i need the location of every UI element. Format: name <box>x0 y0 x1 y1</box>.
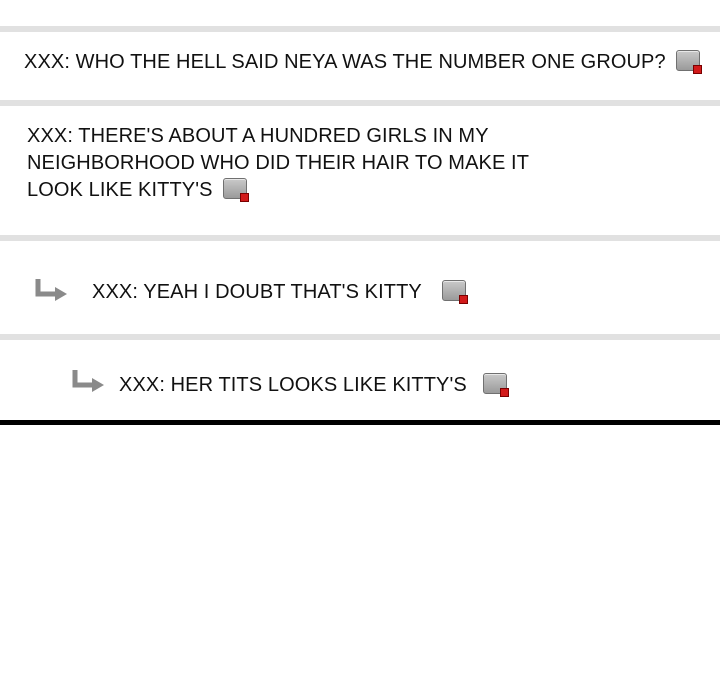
report-icon[interactable] <box>222 178 249 202</box>
comment-text: XXX: WHO THE HELL SAID NEYA WAS THE NUMB… <box>24 51 666 73</box>
report-icon[interactable] <box>675 50 702 74</box>
comment-row: XXX: YEAH I DOUBT THAT'S KITTY <box>92 279 468 306</box>
comment-item: XXX: THERE'S ABOUT A HUNDRED GIRLS IN MY… <box>0 106 720 235</box>
comment-row: XXX: HER TITS LOOKS LIKE KITTY'S <box>119 372 509 399</box>
report-icon[interactable] <box>441 280 468 304</box>
comment-text: XXX: THERE'S ABOUT A HUNDRED GIRLS IN MY… <box>27 125 529 201</box>
reply-arrow-icon <box>35 279 67 301</box>
comment-text: XXX: HER TITS LOOKS LIKE KITTY'S <box>119 374 467 396</box>
report-icon[interactable] <box>482 373 509 397</box>
comment-row: XXX: WHO THE HELL SAID NEYA WAS THE NUMB… <box>24 49 702 76</box>
comments-end-line <box>0 420 720 425</box>
comment-row: XXX: THERE'S ABOUT A HUNDRED GIRLS IN MY… <box>27 123 567 204</box>
comment-item: XXX: WHO THE HELL SAID NEYA WAS THE NUMB… <box>0 32 720 100</box>
reply-item: XXX: HER TITS LOOKS LIKE KITTY'S <box>0 340 720 420</box>
reply-arrow-icon <box>72 370 104 392</box>
comment-text: XXX: YEAH I DOUBT THAT'S KITTY <box>92 281 422 303</box>
reply-item: XXX: YEAH I DOUBT THAT'S KITTY <box>0 241 720 334</box>
